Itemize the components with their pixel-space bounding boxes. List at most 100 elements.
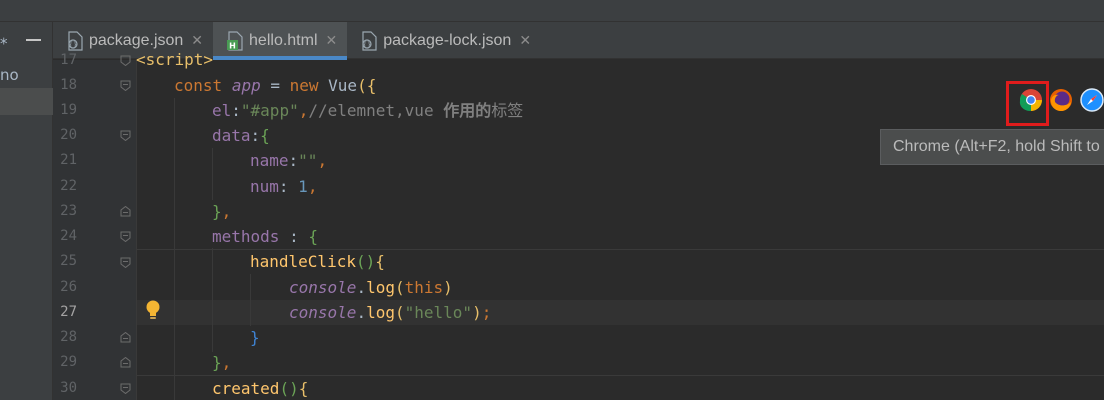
line-number: 17 bbox=[60, 52, 77, 68]
code-token: data bbox=[212, 126, 251, 145]
code-line-24[interactable]: methods : { bbox=[212, 224, 318, 249]
line-number: 18 bbox=[60, 77, 77, 93]
project-panel-top-bar bbox=[0, 0, 53, 22]
tab-package-lock-json[interactable]: {} package-lock.json ✕ bbox=[347, 22, 541, 59]
code-token: } bbox=[250, 328, 260, 347]
code-token: , bbox=[298, 101, 309, 120]
indent-guide bbox=[136, 60, 137, 400]
code-token: : bbox=[250, 126, 261, 145]
fold-end-icon[interactable] bbox=[120, 332, 131, 343]
fold-end-icon[interactable] bbox=[120, 357, 131, 368]
code-token: . bbox=[356, 278, 367, 297]
code-line-22[interactable]: num: 1, bbox=[250, 174, 317, 199]
line-number: 25 bbox=[60, 253, 77, 269]
code-token: : bbox=[279, 227, 309, 246]
code-line-17[interactable]: <script> bbox=[136, 47, 213, 72]
indent-guide bbox=[212, 148, 213, 200]
code-token: } bbox=[212, 353, 222, 372]
code-token: { bbox=[260, 126, 270, 145]
tab-hello-html[interactable]: H hello.html ✕ bbox=[213, 22, 348, 60]
svg-text:{}: {} bbox=[363, 41, 371, 49]
line-number-current: 27 bbox=[60, 304, 77, 320]
code-token: methods bbox=[212, 227, 280, 246]
code-line-27[interactable]: console.log("hello"); bbox=[289, 300, 491, 325]
code-token: ; bbox=[481, 303, 492, 322]
code-token: "" bbox=[298, 151, 318, 170]
code-comment: 作用的 bbox=[443, 101, 492, 120]
line-number: 26 bbox=[60, 279, 77, 295]
close-icon[interactable]: ✕ bbox=[519, 32, 531, 49]
code-token: console bbox=[289, 278, 357, 297]
chrome-highlight-box bbox=[1006, 81, 1049, 126]
line-number: 20 bbox=[60, 127, 77, 143]
code-token: log bbox=[366, 303, 395, 322]
code-token: created bbox=[212, 379, 280, 398]
code-token: Vue bbox=[318, 76, 358, 95]
code-token: el bbox=[212, 101, 232, 120]
safari-icon[interactable] bbox=[1078, 86, 1104, 114]
code-token: ( bbox=[394, 278, 405, 297]
settings-icon[interactable]: ⁎ bbox=[0, 30, 8, 48]
code-token: "#app" bbox=[240, 101, 299, 120]
code-line-18[interactable]: const app = new Vue({ bbox=[174, 73, 376, 98]
line-number: 21 bbox=[60, 152, 77, 168]
collapse-icon[interactable] bbox=[26, 39, 41, 41]
code-token: { bbox=[375, 252, 385, 271]
fold-marker-icon[interactable] bbox=[120, 80, 131, 91]
browser-tooltip: Chrome (Alt+F2, hold Shift to bbox=[880, 129, 1104, 165]
code-token: new bbox=[289, 76, 319, 95]
code-token: . bbox=[356, 303, 367, 322]
code-token: ) bbox=[443, 278, 453, 297]
code-token: ) bbox=[472, 303, 482, 322]
code-token: , bbox=[221, 202, 232, 221]
code-token: : bbox=[288, 151, 299, 170]
code-token: , bbox=[307, 177, 318, 196]
code-token: , bbox=[221, 353, 232, 372]
code-token: () bbox=[279, 379, 299, 398]
code-token: : bbox=[278, 177, 299, 196]
json-file-icon: {} bbox=[360, 30, 378, 51]
fold-marker-icon[interactable] bbox=[120, 130, 131, 141]
intention-bulb-icon[interactable] bbox=[145, 300, 161, 322]
fold-marker-icon[interactable] bbox=[120, 231, 131, 242]
line-number: 29 bbox=[60, 354, 77, 370]
current-line-highlight bbox=[136, 300, 1104, 325]
close-icon[interactable]: ✕ bbox=[326, 32, 338, 49]
code-token: ( bbox=[394, 303, 405, 322]
line-number: 23 bbox=[60, 203, 77, 219]
line-number: 24 bbox=[60, 228, 77, 244]
code-token: console bbox=[289, 303, 357, 322]
code-token: this bbox=[404, 278, 444, 297]
project-tree-selected-row[interactable] bbox=[0, 88, 53, 115]
code-line-21[interactable]: name:"", bbox=[250, 148, 327, 173]
code-token: name bbox=[250, 151, 289, 170]
code-line-28[interactable]: } bbox=[250, 325, 260, 350]
firefox-icon[interactable] bbox=[1047, 86, 1075, 114]
fold-marker-icon[interactable] bbox=[120, 257, 131, 268]
code-token: 1 bbox=[298, 177, 308, 196]
code-line-20[interactable]: data:{ bbox=[212, 123, 270, 148]
project-tree-item-label[interactable]: no bbox=[0, 66, 19, 84]
code-token: { bbox=[308, 227, 318, 246]
code-comment: //elemnet,vue bbox=[308, 101, 444, 120]
code-line-25[interactable]: handleClick(){ bbox=[250, 249, 385, 274]
fold-marker-icon[interactable] bbox=[120, 55, 131, 66]
code-line-30[interactable]: created(){ bbox=[212, 376, 308, 400]
code-line-19[interactable]: el:"#app",//elemnet,vue 作用的标签 bbox=[212, 98, 523, 123]
indent-guide bbox=[250, 274, 251, 326]
code-token: { bbox=[298, 379, 309, 398]
code-token: num bbox=[250, 177, 279, 196]
indent-guide bbox=[212, 248, 213, 352]
svg-text:H: H bbox=[229, 41, 236, 50]
line-number: 30 bbox=[60, 380, 77, 396]
code-token: const bbox=[174, 76, 223, 95]
code-line-23[interactable]: }, bbox=[212, 199, 231, 224]
code-token: handleClick bbox=[250, 252, 356, 271]
code-line-26[interactable]: console.log(this) bbox=[289, 275, 453, 300]
code-line-29[interactable]: }, bbox=[212, 350, 231, 375]
code-token: log bbox=[366, 278, 395, 297]
code-token: , bbox=[317, 151, 328, 170]
code-token: () bbox=[355, 252, 376, 271]
fold-end-icon[interactable] bbox=[120, 206, 131, 217]
fold-marker-icon[interactable] bbox=[120, 383, 131, 394]
